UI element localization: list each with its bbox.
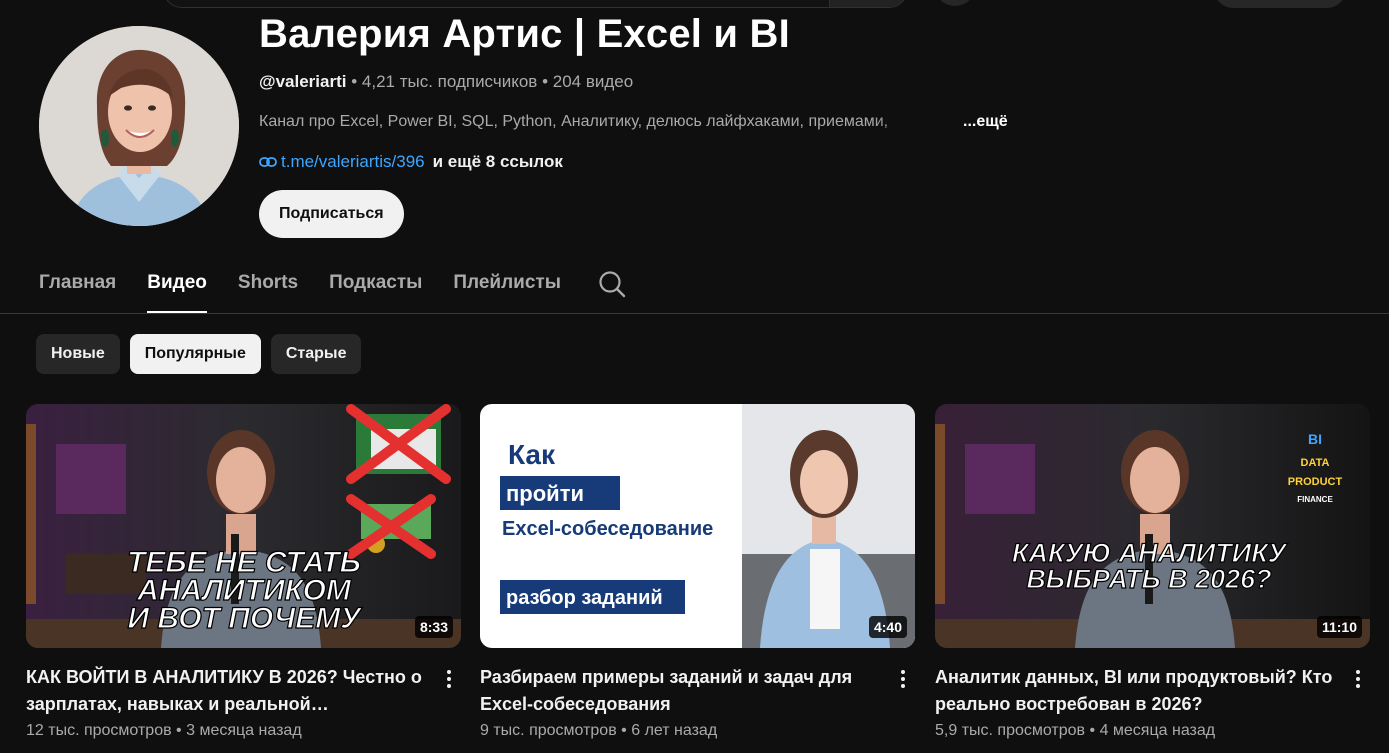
subscribe-button[interactable]: Подписаться: [259, 190, 404, 238]
more-vert-icon[interactable]: [437, 666, 461, 692]
video-meta: 5,9 тыс. просмотров • 4 месяца назад: [935, 722, 1215, 740]
video-age: 3 месяца назад: [186, 722, 302, 739]
chip-popular[interactable]: Популярные: [129, 334, 261, 374]
description-fade: [870, 110, 960, 136]
channel-name: Валерия Артис | Excel и BI: [259, 12, 790, 56]
search-icon[interactable]: [598, 270, 626, 298]
channel-link[interactable]: t.me/valeriartis/396: [259, 152, 425, 172]
chip-oldest[interactable]: Старые: [270, 334, 362, 374]
video-duration: 8:33: [414, 616, 453, 638]
thumb-text-excel: Excel-собеседование: [502, 518, 713, 540]
description-more-button[interactable]: ...ещё: [963, 113, 1008, 131]
video-card: Как пройти Excel-собеседование разбор за…: [480, 404, 915, 739]
sort-chips: Новые Популярные Старые: [36, 334, 362, 374]
thumb-label-finance: FINANCE: [1297, 495, 1333, 504]
voice-search-button[interactable]: [934, 0, 976, 6]
channel-handle: @valeriarti: [259, 72, 347, 91]
tab-videos[interactable]: Видео: [147, 258, 207, 313]
thumb-label-data: DATA: [1301, 457, 1330, 469]
tab-playlists[interactable]: Плейлисты: [453, 258, 561, 313]
thumb-text-line3: И ВОТ ПОЧЕМУ: [127, 602, 363, 635]
video-thumbnail[interactable]: BI DATA PRODUCT FINANCE КАКУЮ АНАЛИТИКУ …: [935, 404, 1370, 648]
video-age: 4 месяца назад: [1099, 722, 1216, 739]
tabs-divider: [0, 313, 1389, 314]
more-vert-icon[interactable]: [891, 666, 915, 692]
thumb-text-pass: пройти: [506, 481, 584, 506]
video-thumbnail[interactable]: Как пройти Excel-собеседование разбор за…: [480, 404, 915, 648]
meta-separator: •: [621, 722, 627, 739]
chip-newest[interactable]: Новые: [36, 334, 120, 374]
video-card: ТЕБЕ НЕ СТАТЬ АНАЛИТИКОМ И ВОТ ПОЧЕМУ 8:…: [26, 404, 461, 739]
video-views: 5,9 тыс. просмотров: [935, 722, 1086, 739]
video-title[interactable]: Разбираем примеры заданий и задач для Ex…: [480, 664, 885, 718]
masthead-account-pill[interactable]: [1214, 0, 1346, 8]
thumb-text-how: Как: [508, 439, 556, 470]
thumbnail-image: Как пройти Excel-собеседование разбор за…: [480, 404, 915, 648]
thumbnail-image: BI DATA PRODUCT FINANCE КАКУЮ АНАЛИТИКУ …: [935, 404, 1370, 648]
video-age: 6 лет назад: [631, 722, 718, 739]
channel-meta: @valeriarti • 4,21 тыс. подписчиков • 20…: [259, 72, 633, 92]
link-icon: [259, 157, 277, 167]
meta-separator: •: [176, 722, 182, 739]
thumb-text-line2: ВЫБРАТЬ В 2026?: [1026, 564, 1271, 594]
video-title[interactable]: КАК ВОЙТИ В АНАЛИТИКУ В 2026? Честно о з…: [26, 664, 431, 718]
masthead-search-box[interactable]: [163, 0, 908, 8]
video-thumbnail[interactable]: ТЕБЕ НЕ СТАТЬ АНАЛИТИКОМ И ВОТ ПОЧЕМУ 8:…: [26, 404, 461, 648]
more-vert-icon[interactable]: [1346, 666, 1370, 692]
channel-link-text: t.me/valeriartis/396: [281, 152, 425, 171]
more-links-button[interactable]: и ещё 8 ссылок: [433, 152, 563, 172]
tab-home[interactable]: Главная: [39, 258, 116, 313]
masthead-search-button[interactable]: [829, 0, 907, 7]
video-title[interactable]: Аналитик данных, BI или продуктовый? Кто…: [935, 664, 1340, 718]
video-duration: 11:10: [1316, 616, 1362, 638]
video-meta: 12 тыс. просмотров • 3 месяца назад: [26, 722, 302, 740]
channel-description[interactable]: Канал про Excel, Power BI, SQL, Python, …: [259, 113, 949, 131]
avatar-photo: [39, 26, 239, 226]
video-meta: 9 тыс. просмотров • 6 лет назад: [480, 722, 717, 740]
video-count: 204 видео: [552, 72, 634, 91]
thumb-label-product: PRODUCT: [1288, 476, 1343, 488]
thumbnail-image: ТЕБЕ НЕ СТАТЬ АНАЛИТИКОМ И ВОТ ПОЧЕМУ: [26, 404, 461, 648]
channel-avatar[interactable]: [39, 26, 239, 226]
tab-shorts[interactable]: Shorts: [238, 258, 298, 313]
thumb-text-tasks: разбор заданий: [506, 587, 663, 609]
video-views: 12 тыс. просмотров: [26, 722, 172, 739]
thumb-label-bi: BI: [1308, 431, 1322, 447]
channel-links: t.me/valeriartis/396 и ещё 8 ссылок: [259, 152, 563, 172]
channel-tabs: Главная Видео Shorts Подкасты Плейлисты: [39, 258, 592, 313]
video-views: 9 тыс. просмотров: [480, 722, 617, 739]
video-duration: 4:40: [868, 616, 907, 638]
tab-podcasts[interactable]: Подкасты: [329, 258, 422, 313]
meta-separator: •: [542, 72, 549, 91]
meta-separator: •: [351, 72, 358, 91]
video-card: BI DATA PRODUCT FINANCE КАКУЮ АНАЛИТИКУ …: [935, 404, 1370, 739]
subscriber-count: 4,21 тыс. подписчиков: [361, 72, 538, 91]
meta-separator: •: [1089, 722, 1096, 739]
